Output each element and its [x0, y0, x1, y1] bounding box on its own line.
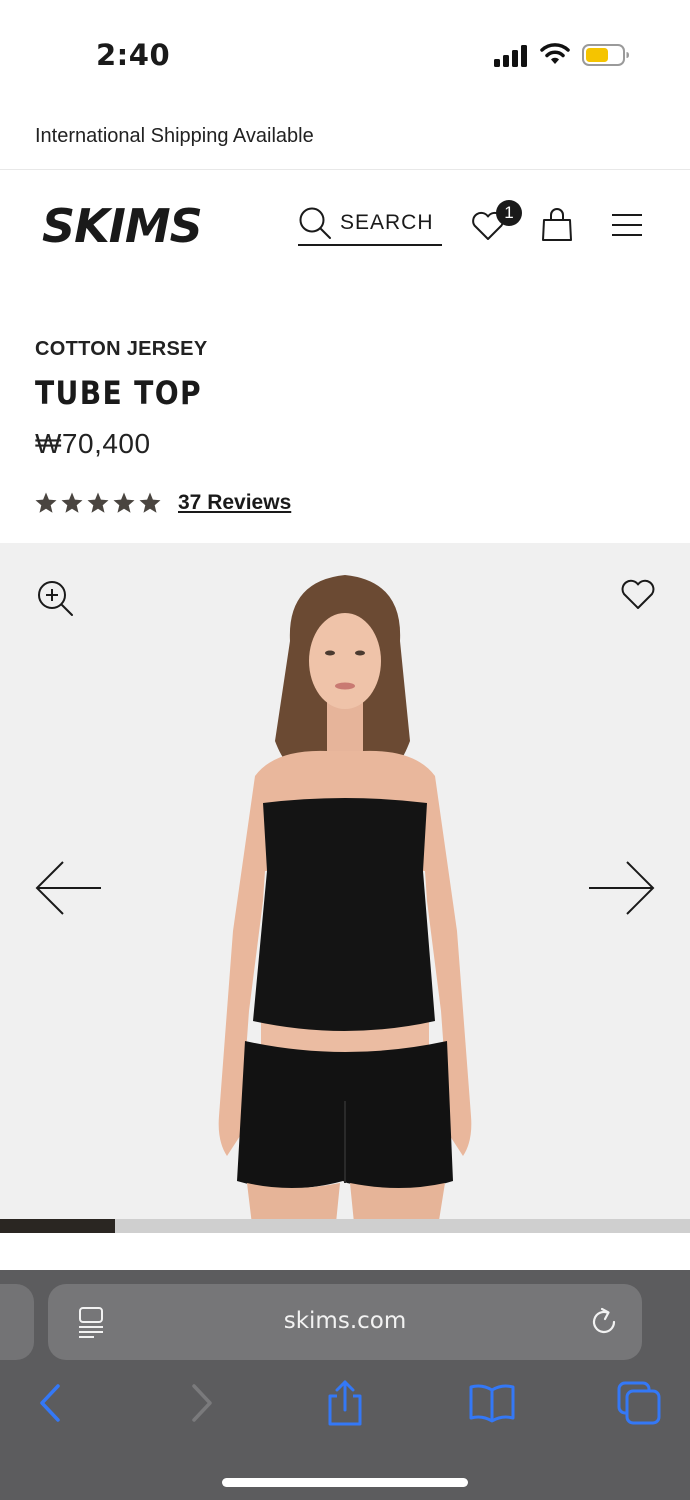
previous-tab-peek[interactable]: [0, 1284, 34, 1360]
zoom-in-icon[interactable]: [36, 579, 74, 617]
cellular-signal-icon: [494, 45, 527, 67]
star-icon: [113, 492, 135, 513]
favorite-heart-icon[interactable]: [620, 577, 656, 611]
svg-text:SKIMS: SKIMS: [42, 199, 202, 250]
wifi-icon: [540, 43, 570, 64]
product-photo: [218, 575, 472, 1233]
status-time: 2:40: [96, 38, 171, 72]
product-title: TUBE TOP: [35, 374, 202, 412]
reviews-link[interactable]: 37 Reviews: [178, 491, 291, 515]
hamburger-menu-icon[interactable]: [610, 212, 644, 238]
gallery-progress-fill: [0, 1219, 116, 1233]
back-chevron-icon[interactable]: [26, 1378, 76, 1428]
previous-image-arrow-icon[interactable]: [34, 859, 104, 917]
star-icon: [35, 492, 57, 513]
bookmarks-book-icon[interactable]: [467, 1378, 517, 1428]
skims-logo[interactable]: SKIMS: [40, 198, 212, 250]
search-button[interactable]: SEARCH: [298, 204, 442, 246]
status-bar: 2:40: [0, 0, 690, 100]
url-text: skims.com: [283, 1308, 407, 1334]
tabs-icon[interactable]: [614, 1378, 664, 1428]
product-image-gallery[interactable]: [0, 543, 690, 1233]
star-icon: [139, 492, 161, 513]
gallery-progress-bar: [0, 1219, 690, 1233]
next-image-arrow-icon[interactable]: [586, 859, 656, 917]
forward-chevron-icon[interactable]: [176, 1378, 226, 1428]
reload-icon[interactable]: [588, 1306, 620, 1338]
star-rating: [34, 491, 162, 515]
star-icon: [87, 492, 109, 513]
product-price: ₩70,400: [35, 428, 151, 459]
promo-banner[interactable]: International Shipping Available: [0, 108, 690, 170]
home-indicator: [222, 1478, 468, 1487]
safari-toolbar: [0, 1378, 690, 1438]
site-header: SKIMS SEARCH 1: [0, 170, 690, 280]
promo-text: International Shipping Available: [35, 125, 314, 147]
product-collection: COTTON JERSEY: [35, 338, 208, 360]
wishlist-count-badge: 1: [496, 200, 522, 226]
shopping-bag-icon[interactable]: [540, 206, 574, 242]
star-icon: [61, 492, 83, 513]
wishlist-button[interactable]: 1: [470, 200, 526, 246]
share-icon[interactable]: [320, 1378, 370, 1428]
search-icon: [299, 207, 331, 239]
address-bar[interactable]: skims.com: [48, 1284, 642, 1360]
battery-icon: [582, 44, 629, 66]
product-rating: 37 Reviews: [34, 488, 291, 518]
safari-bottom-bar: skims.com: [0, 1270, 690, 1500]
search-label: SEARCH: [340, 211, 434, 234]
